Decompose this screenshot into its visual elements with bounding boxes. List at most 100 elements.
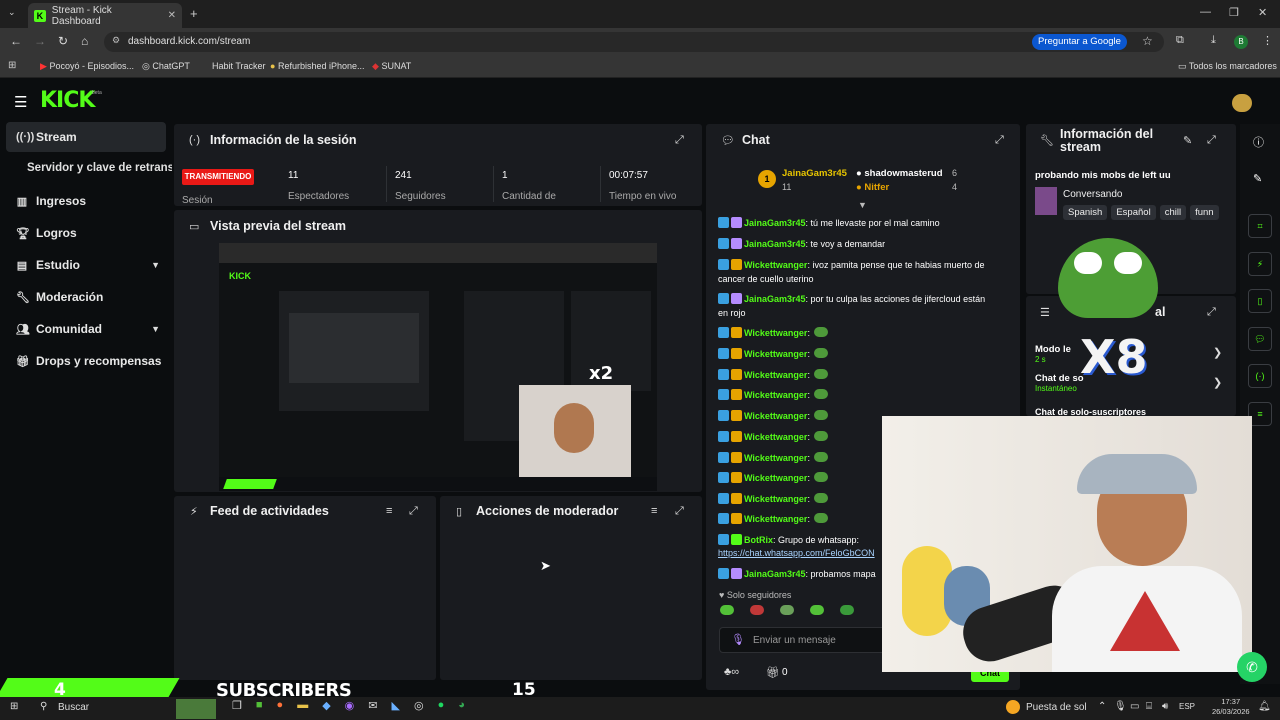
rail-button-doc[interactable]: ▯ (1248, 289, 1272, 313)
task-view-icon[interactable]: ❐ (232, 699, 242, 712)
bookmark-habit-tracker[interactable]: Habit Tracker (212, 61, 266, 71)
sidebar-item-comunidad[interactable]: 👥︎ Comunidad ▼ (6, 314, 166, 344)
chat-username[interactable]: Wickettwanger (744, 432, 807, 442)
chat-username[interactable]: Wickettwanger (744, 514, 807, 524)
epic-games-icon[interactable]: ✉ (368, 699, 377, 712)
chat-username[interactable]: Wickettwanger (744, 328, 807, 338)
site-info-icon[interactable]: ⚙ (112, 35, 120, 46)
sidebar-item-server-key[interactable]: Servidor y clave de retransmisión (27, 162, 172, 174)
forward-icon[interactable]: → (34, 34, 46, 48)
ask-google-button[interactable]: Preguntar a Google (1032, 34, 1127, 50)
spotify-icon[interactable]: ● (438, 699, 445, 712)
rail-button-broadcast[interactable]: (·) (1248, 364, 1272, 388)
camera-tray-icon[interactable]: ▭ (1130, 701, 1139, 712)
emote-icon[interactable] (810, 605, 824, 615)
chat-username[interactable]: Wickettwanger (744, 473, 807, 483)
home-icon[interactable]: ⌂ (81, 34, 88, 48)
popout-icon[interactable]: ⤢ (995, 134, 1004, 147)
new-tab-icon[interactable]: + (190, 6, 198, 21)
start-icon[interactable]: ⊞ (10, 701, 18, 712)
bookmark-chatgpt[interactable]: ◎ ChatGPT (142, 61, 190, 72)
chat-username[interactable]: Wickettwanger (744, 494, 807, 504)
leader-2[interactable]: ● shadowmasterud (856, 168, 943, 179)
sidebar-item-moderacion[interactable]: 🔧︎ Moderación (6, 282, 166, 312)
language-indicator[interactable]: ESP (1179, 702, 1195, 711)
clock[interactable]: 17:37 26/03/2026 (1212, 697, 1250, 717)
sidebar-item-stream[interactable]: ((·)) Stream (6, 122, 166, 152)
chat-username[interactable]: JainaGam3r45 (744, 218, 806, 228)
maximize-icon[interactable]: ❐ (1229, 6, 1239, 19)
info-icon[interactable]: ⓘ (1253, 134, 1264, 150)
chat-username[interactable]: JainaGam3r45 (744, 294, 806, 304)
rail-button-bolt[interactable]: ⚡︎ (1248, 252, 1272, 276)
sidebar-item-logros[interactable]: 🏆︎ Logros (6, 218, 166, 248)
chat-username[interactable]: Wickettwanger (744, 411, 807, 421)
infinity-icon[interactable]: ♣∞ (724, 666, 739, 678)
chat-username[interactable]: JainaGam3r45 (744, 239, 806, 249)
mic-tray-icon[interactable]: 🎙︎ (1114, 701, 1127, 712)
close-tab-icon[interactable]: ✕ (168, 10, 176, 21)
chrome-icon[interactable]: ◕ (458, 699, 465, 712)
emote-icon[interactable] (750, 605, 764, 615)
chat-username[interactable]: Wickettwanger (744, 260, 807, 270)
bookmark-pocoyo[interactable]: ▶ Pocoyó - Episodios... (40, 61, 134, 72)
app-icon[interactable]: ◆ (322, 699, 330, 712)
bookmark-refurbished[interactable]: ● Refurbished iPhone... (270, 61, 365, 71)
chevron-right-icon[interactable]: ❯ (1213, 346, 1222, 359)
emote-icon[interactable] (780, 605, 794, 615)
network-icon[interactable]: ⌸ (1146, 701, 1152, 712)
rail-button-chat[interactable]: 💬︎ (1248, 327, 1272, 351)
steam-icon[interactable]: ◣ (391, 699, 399, 712)
chat-username[interactable]: Wickettwanger (744, 349, 807, 359)
github-icon[interactable]: ◎ (414, 699, 424, 712)
reload-icon[interactable]: ↻ (58, 34, 68, 48)
download-icon[interactable]: ⤓ (1211, 34, 1216, 47)
chat-username[interactable]: Wickettwanger (744, 453, 807, 463)
whatsapp-link[interactable]: https://chat.whatsapp.com/FeloGbCON (718, 546, 882, 560)
address-bar[interactable] (104, 32, 1164, 52)
chat-username[interactable]: Wickettwanger (744, 390, 807, 400)
collapse-icon[interactable]: ▼ (858, 200, 867, 210)
chevron-right-icon[interactable]: ❯ (1213, 376, 1222, 389)
emote-icon[interactable] (720, 605, 734, 615)
tab-search-icon[interactable]: ⌄ (8, 7, 16, 18)
bookmark-sunat[interactable]: ◆ SUNAT (372, 61, 411, 72)
leader-3[interactable]: ● Nitfer (856, 182, 889, 193)
stream-preview-video[interactable]: KICK x2 (219, 243, 657, 491)
menu-dots-icon[interactable]: ⋮ (1262, 34, 1273, 47)
volume-icon[interactable]: 🔊︎ (1162, 701, 1168, 712)
pencil-icon[interactable]: ✎ (1253, 172, 1262, 185)
notification-icon[interactable]: 🔔︎ (1258, 701, 1271, 712)
top-gifter-name[interactable]: JainaGam3r45 (782, 168, 847, 179)
emote-icon[interactable] (840, 605, 854, 615)
mic-icon[interactable]: 🎙︎ (731, 633, 745, 646)
minimize-icon[interactable]: — (1200, 6, 1211, 18)
chat-username[interactable]: Wickettwanger (744, 370, 807, 380)
filter-icon[interactable]: ≡ (651, 505, 657, 517)
weather-text[interactable]: Puesta de sol (1026, 702, 1087, 713)
profile-avatar[interactable]: B (1234, 35, 1248, 49)
taskbar-search[interactable]: Buscar (58, 702, 89, 713)
category-name[interactable]: Conversando (1063, 189, 1122, 200)
extensions-icon[interactable]: ⧉ (1176, 34, 1184, 47)
filter-icon[interactable]: ≡ (386, 505, 392, 517)
tray-chevron-icon[interactable]: ⌃ (1098, 701, 1106, 712)
all-bookmarks[interactable]: ▭ Todos los marcadores (1178, 61, 1277, 72)
popout-icon[interactable]: ⤢ (1207, 306, 1216, 319)
popout-icon[interactable]: ⤢ (1207, 134, 1216, 147)
popout-icon[interactable]: ⤢ (409, 505, 418, 518)
popout-icon[interactable]: ⤢ (675, 505, 684, 518)
back-icon[interactable]: ← (10, 34, 22, 48)
close-window-icon[interactable]: ✕ (1258, 6, 1267, 19)
edit-pencil-icon[interactable]: ✎ (1183, 134, 1192, 147)
popout-icon[interactable]: ⤢ (675, 134, 684, 147)
sidebar-item-estudio[interactable]: ▤ Estudio ▼ (6, 250, 166, 280)
file-explorer-icon[interactable]: ▬ (297, 699, 308, 712)
sidebar-item-ingresos[interactable]: ▥ Ingresos (6, 186, 166, 216)
points-icon[interactable]: 🎁︎ (766, 666, 780, 679)
rail-button-clip[interactable]: ⌗ (1248, 214, 1272, 238)
browser-tab[interactable]: K Stream - Kick Dashboard ✕ (28, 3, 182, 28)
user-avatar[interactable] (1232, 94, 1252, 112)
obs-icon[interactable]: ◉ (345, 699, 355, 712)
minecraft-icon[interactable]: ■ (256, 699, 263, 712)
